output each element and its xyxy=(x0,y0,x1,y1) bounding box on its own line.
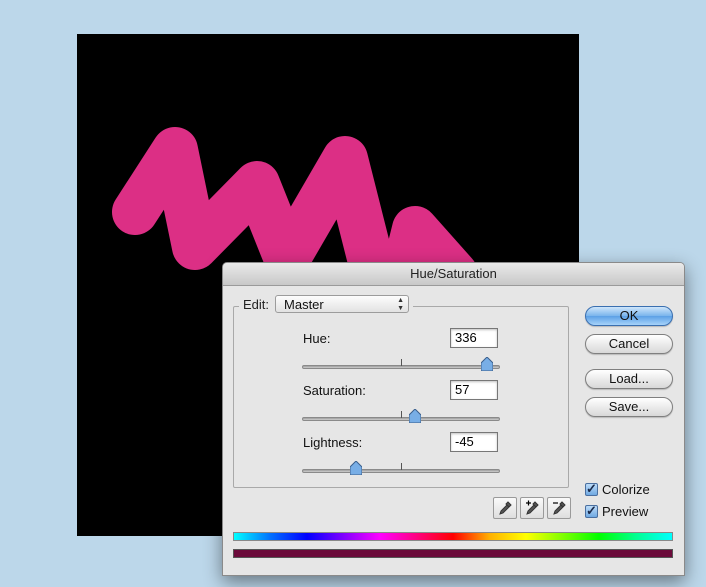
eyedropper-button[interactable] xyxy=(493,497,517,519)
colorize-checkbox[interactable]: ✓ xyxy=(585,481,598,496)
lightness-slider-center-tick xyxy=(401,463,402,470)
lightness-slider-thumb[interactable] xyxy=(350,461,363,475)
colorize-checkbox-row[interactable]: ✓ Colorize xyxy=(585,481,650,497)
lightness-input[interactable]: -45 xyxy=(450,432,498,452)
edit-select[interactable]: Master ▲ ▼ xyxy=(275,295,410,313)
hue-spectrum-bar xyxy=(233,532,673,541)
edit-select-value: Master xyxy=(284,297,324,312)
edit-label: Edit: xyxy=(243,296,270,312)
preview-checkbox[interactable]: ✓ xyxy=(585,503,598,518)
adjusted-color-bar xyxy=(233,549,673,558)
adjustment-group xyxy=(233,306,569,488)
saturation-input[interactable]: 57 xyxy=(450,380,498,400)
saturation-slider-center-tick xyxy=(401,411,402,418)
eyedropper-minus-icon xyxy=(553,501,566,515)
edit-row: Edit: Master ▲ ▼ xyxy=(239,293,414,315)
dialog-title: Hue/Saturation xyxy=(223,263,684,286)
saturation-slider-thumb[interactable] xyxy=(408,409,421,423)
saturation-label: Saturation: xyxy=(303,383,366,398)
hue-input[interactable]: 336 xyxy=(450,328,498,348)
eyedropper-plus-icon xyxy=(526,500,539,515)
preview-checkbox-row[interactable]: ✓ Preview xyxy=(585,503,649,519)
preview-label: Preview xyxy=(602,504,649,519)
eyedropper-icon xyxy=(499,501,512,515)
save-button[interactable]: Save... xyxy=(585,397,673,417)
ok-button[interactable]: OK xyxy=(585,306,673,326)
hue-slider-thumb[interactable] xyxy=(480,357,493,371)
colorize-label: Colorize xyxy=(602,482,650,497)
eyedropper-minus-button[interactable] xyxy=(547,497,571,519)
hue-label: Hue: xyxy=(303,331,331,346)
checkmark-icon: ✓ xyxy=(586,481,597,496)
cancel-button[interactable]: Cancel xyxy=(585,334,673,354)
hue-saturation-dialog: Hue/Saturation Edit: Master ▲ ▼ Hue: 336 … xyxy=(222,262,685,576)
load-button[interactable]: Load... xyxy=(585,369,673,389)
eyedropper-plus-button[interactable] xyxy=(520,497,544,519)
updown-arrows-icon: ▲ ▼ xyxy=(397,297,405,312)
checkmark-icon: ✓ xyxy=(586,503,597,518)
lightness-label: Lightness: xyxy=(303,435,363,450)
hue-slider-center-tick xyxy=(401,359,402,366)
